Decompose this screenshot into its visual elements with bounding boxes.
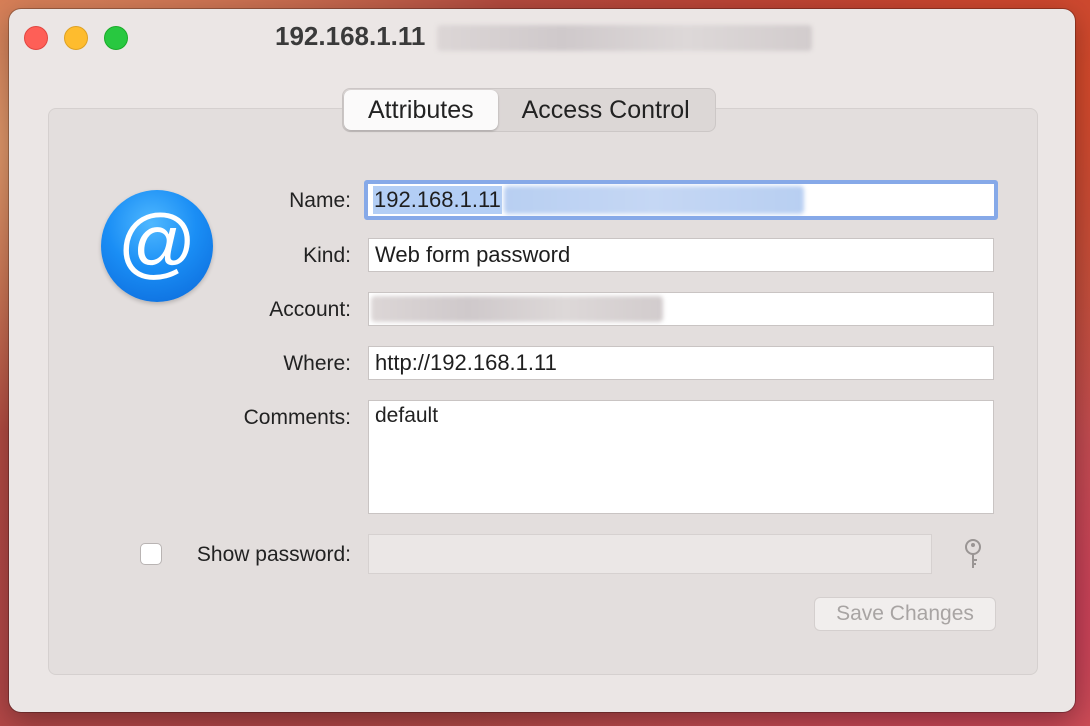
name-field[interactable]: 192.168.1.11 bbox=[364, 180, 998, 220]
where-field[interactable]: http://192.168.1.11 bbox=[368, 346, 994, 380]
at-sign-icon: @ bbox=[101, 190, 213, 302]
save-changes-button[interactable]: Save Changes bbox=[814, 597, 996, 631]
password-field bbox=[368, 534, 932, 574]
redacted-account-value bbox=[371, 296, 663, 322]
where-label: Where: bbox=[283, 352, 351, 375]
redacted-title-suffix bbox=[437, 25, 812, 51]
name-label: Name: bbox=[289, 189, 351, 212]
keychain-item-window: 192.168.1.11 Attributes Access Control @… bbox=[9, 9, 1075, 712]
close-button[interactable] bbox=[24, 26, 48, 50]
tab-bar: Attributes Access Control bbox=[342, 88, 716, 132]
key-icon[interactable] bbox=[962, 538, 984, 572]
comments-field[interactable]: default bbox=[368, 400, 994, 514]
tab-attributes[interactable]: Attributes bbox=[344, 90, 498, 130]
account-field[interactable] bbox=[368, 292, 994, 326]
tab-access-control[interactable]: Access Control bbox=[498, 90, 714, 130]
kind-field[interactable]: Web form password bbox=[368, 238, 994, 272]
zoom-button[interactable] bbox=[104, 26, 128, 50]
window-title: 192.168.1.11 bbox=[275, 21, 426, 51]
comments-label: Comments: bbox=[243, 406, 351, 429]
account-label: Account: bbox=[269, 298, 351, 321]
kind-label: Kind: bbox=[303, 244, 351, 267]
show-password-label[interactable]: Show password: bbox=[197, 543, 351, 567]
name-field-value: 192.168.1.11 bbox=[373, 186, 502, 214]
show-password-checkbox[interactable] bbox=[140, 543, 162, 565]
redacted-name-suffix bbox=[504, 186, 804, 214]
title-bar: 192.168.1.11 bbox=[9, 9, 1075, 65]
minimize-button[interactable] bbox=[64, 26, 88, 50]
